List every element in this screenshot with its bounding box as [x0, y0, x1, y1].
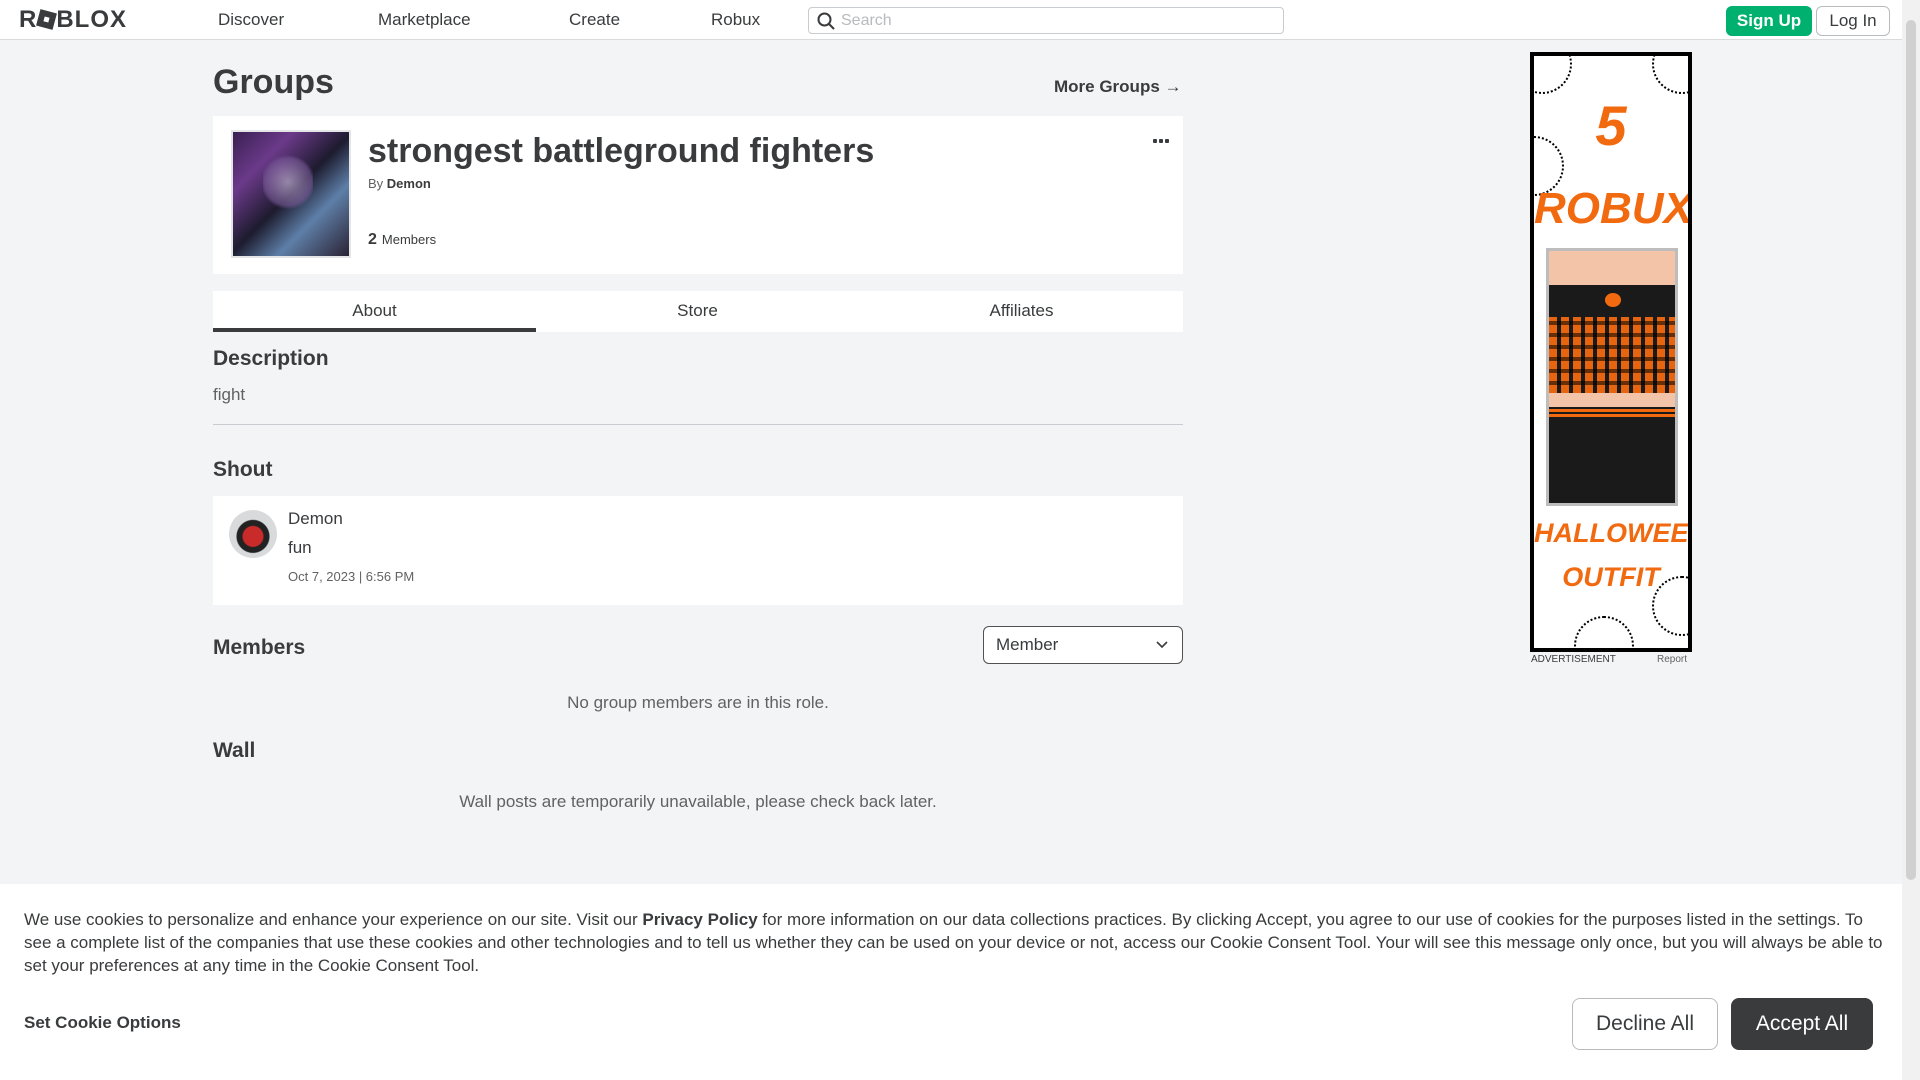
search-box[interactable] — [808, 7, 1284, 34]
set-cookie-options-link[interactable]: Set Cookie Options — [24, 1013, 181, 1033]
nav-marketplace[interactable]: Marketplace — [378, 10, 471, 30]
accept-all-button[interactable]: Accept All — [1731, 998, 1873, 1050]
shout-heading: Shout — [213, 458, 273, 481]
log-in-button[interactable]: Log In — [1816, 6, 1890, 36]
more-options-icon[interactable] — [1153, 130, 1173, 143]
wall-empty-message: Wall posts are temporarily unavailable, … — [459, 792, 937, 811]
ad-outfit-image — [1546, 248, 1678, 506]
member-count-label: Members — [381, 232, 437, 247]
ad-label: ADVERTISEMENT — [1531, 654, 1616, 665]
scrollbar-thumb[interactable] — [1906, 20, 1916, 880]
cookie-message: We use cookies to personalize and enhanc… — [24, 908, 1884, 977]
tab-store[interactable]: Store — [536, 291, 859, 332]
chevron-down-icon — [1156, 641, 1168, 649]
group-emblem-image — [231, 130, 351, 258]
nav-discover[interactable]: Discover — [218, 10, 284, 30]
spiderweb-decoration — [1574, 616, 1634, 648]
sign-up-button[interactable]: Sign Up — [1726, 6, 1812, 36]
privacy-policy-link[interactable]: Privacy Policy — [642, 910, 757, 929]
shout-card: Demon fun Oct 7, 2023 | 6:56 PM — [213, 496, 1183, 605]
members-empty-message: No group members are in this role. — [567, 693, 829, 712]
page-scrollbar[interactable] — [1902, 0, 1920, 1080]
owner-link[interactable]: Demon — [387, 176, 431, 191]
tab-affiliates[interactable]: Affiliates — [860, 291, 1183, 332]
avatar[interactable] — [229, 510, 277, 558]
shout-username[interactable]: Demon — [288, 509, 343, 529]
shout-timestamp: Oct 7, 2023 | 6:56 PM — [288, 569, 415, 584]
group-owner-line: By Demon — [368, 176, 431, 192]
ad-report-link[interactable]: Report — [1657, 654, 1687, 666]
member-count-number: 2 — [368, 231, 377, 248]
ad-headline-word: ROBUX — [1534, 184, 1692, 233]
cookie-text-before: We use cookies to personalize and enhanc… — [24, 910, 643, 929]
advertisement-banner[interactable]: 5 ROBUX HALLOWEEN OUTFIT — [1530, 52, 1692, 652]
spiderweb-decoration — [1652, 56, 1688, 94]
shout-message: fun — [288, 538, 312, 557]
search-input[interactable] — [841, 10, 1271, 31]
wall-heading: Wall — [213, 739, 256, 762]
nav-create[interactable]: Create — [569, 10, 620, 30]
tab-about[interactable]: About — [213, 291, 536, 332]
description-text: fight — [213, 385, 246, 404]
group-member-count: 2 Members — [368, 231, 436, 249]
spiderweb-decoration — [1534, 56, 1572, 94]
owner-prefix: By — [368, 176, 384, 191]
roblox-logo[interactable]: R BLOX — [19, 8, 127, 32]
group-name: strongest battleground fighters — [368, 132, 875, 170]
members-heading: Members — [213, 636, 306, 659]
ad-footer-line1: HALLOWEEN — [1534, 518, 1692, 548]
more-groups-link[interactable]: More Groups → — [1054, 77, 1182, 97]
cookie-banner: We use cookies to personalize and enhanc… — [0, 884, 1902, 1080]
description-heading: Description — [213, 347, 329, 370]
group-header-card: strongest battleground fighters By Demon… — [213, 116, 1183, 274]
role-select-value: Member — [996, 635, 1059, 654]
section-divider — [213, 424, 1183, 425]
page-title: Groups — [213, 63, 334, 101]
nav-robux[interactable]: Robux — [711, 10, 760, 30]
role-select[interactable]: Member — [983, 626, 1183, 664]
top-nav: R BLOX Discover Marketplace Create Robux … — [0, 0, 1902, 40]
group-tabs: About Store Affiliates — [213, 291, 1183, 332]
ad-headline-number: 5 — [1595, 94, 1627, 157]
decline-all-button[interactable]: Decline All — [1572, 998, 1718, 1050]
search-icon — [817, 12, 835, 30]
